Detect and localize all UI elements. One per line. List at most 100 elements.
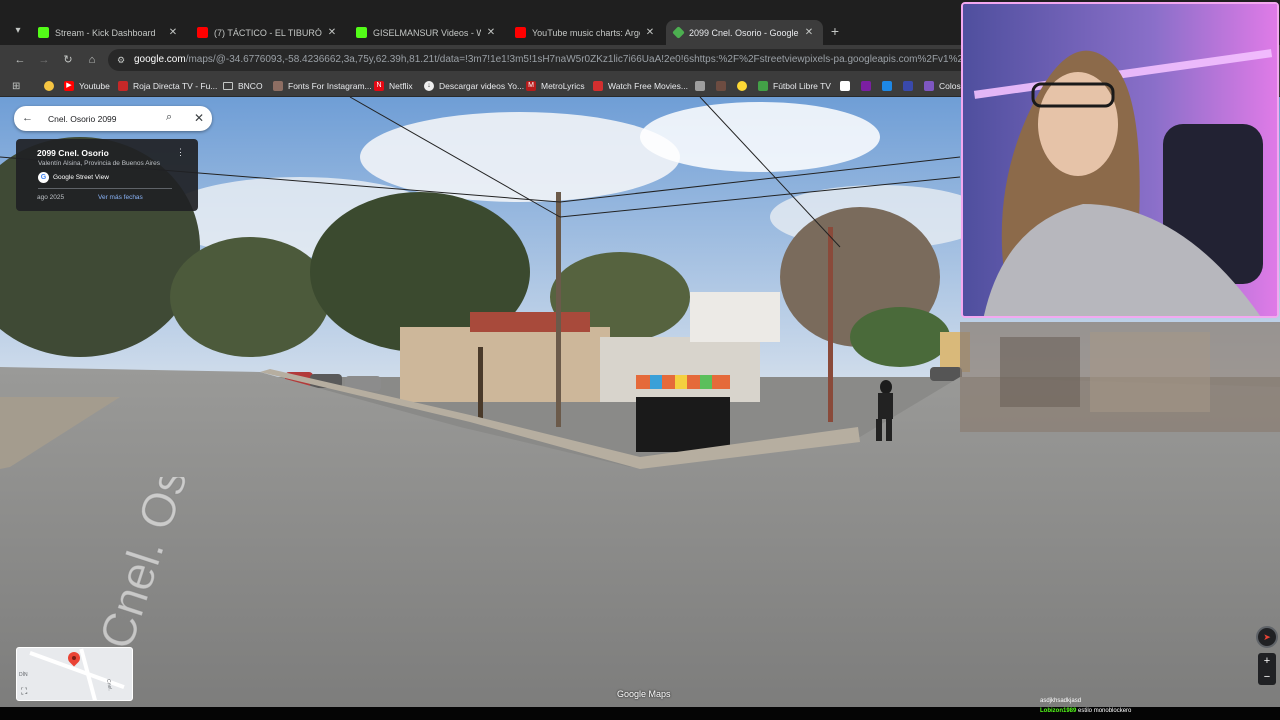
youtube-icon: [197, 27, 208, 38]
tab-title: Stream - Kick Dashboard: [55, 27, 156, 38]
provider-label: Google Street View: [53, 174, 109, 181]
tab-title: 2099 Cnel. Osorio - Google Ma: [689, 27, 799, 38]
bookmark-roja-directa[interactable]: Roja Directa TV - Fu...: [118, 79, 217, 93]
zoom-out-button[interactable]: −: [1258, 669, 1276, 685]
bookmark-label: Youtube: [79, 81, 110, 91]
search-icon[interactable]: ⌕: [166, 111, 172, 124]
more-options-icon[interactable]: ⋮: [176, 147, 185, 158]
forward-arrow-icon[interactable]: →: [35, 51, 53, 69]
close-tab-icon[interactable]: ✕: [485, 27, 497, 38]
compass-icon[interactable]: ➤: [1256, 626, 1278, 648]
zoom-controls: + −: [1258, 653, 1276, 685]
emoji-icon: [44, 81, 54, 91]
location-info-card: 2099 Cnel. Osorio Valentín Alsina, Provi…: [16, 139, 198, 211]
address-bar[interactable]: ⚙ google.com/maps/@-34.6776093,-58.42366…: [108, 49, 988, 71]
bookmark-label: Netflix: [389, 81, 413, 91]
tab-google-maps[interactable]: 2099 Cnel. Osorio - Google Ma ✕: [666, 20, 823, 45]
url-path: /maps/@-34.6776093,-58.4236662,3a,75y,62…: [185, 54, 988, 65]
expand-map-icon[interactable]: ⛶: [21, 686, 27, 697]
close-tab-icon[interactable]: ✕: [326, 27, 338, 38]
bookmark-label: Colos: [939, 81, 961, 91]
folder-icon: [223, 82, 233, 90]
bookmark-icon-6[interactable]: [882, 79, 897, 93]
location-title[interactable]: 2099 Cnel. Osorio: [37, 148, 109, 158]
bookmark-netflix[interactable]: N Netflix: [374, 79, 413, 93]
youtube-icon: ▶: [64, 81, 74, 91]
provider-row: G Google Street View: [38, 172, 109, 183]
devil-icon: [118, 81, 128, 91]
close-tab-icon[interactable]: ✕: [644, 27, 656, 38]
url-host: google.com: [134, 54, 186, 65]
tab-title: YouTube music charts: Argentin: [532, 27, 640, 38]
divider: [38, 188, 172, 189]
bookmark-icon: [840, 81, 850, 91]
close-icon[interactable]: ✕: [194, 111, 204, 125]
maps-pin-icon: [672, 26, 685, 39]
screen: ▾ Stream - Kick Dashboard ✕ (7) TÁCTICO …: [0, 0, 1280, 720]
bookmark-icon-4[interactable]: [840, 79, 855, 93]
bookmark-emoji[interactable]: [44, 79, 59, 93]
fonts-icon: [273, 81, 283, 91]
zoom-in-button[interactable]: +: [1258, 653, 1276, 669]
tab-search-icon[interactable]: ▾: [9, 22, 27, 40]
download-icon: ↓: [424, 81, 434, 91]
tab-title: (7) TÁCTICO - EL TIBURÓN MA: [214, 27, 322, 38]
bookmark-icon-3[interactable]: [737, 79, 752, 93]
back-arrow-icon[interactable]: ←: [11, 51, 29, 69]
see-more-dates-link[interactable]: Ver más fechas: [98, 194, 143, 201]
movies-icon: [593, 81, 603, 91]
google-maps-watermark: Google Maps: [617, 689, 671, 699]
bookmark-label: Fútbol Libre TV: [773, 81, 831, 91]
webcam-feed: [963, 4, 1277, 316]
bookmark-icon: [861, 81, 871, 91]
chat-text: estilo monoblockero: [1078, 708, 1132, 714]
bookmark-icon-7[interactable]: [903, 79, 918, 93]
bookmark-label: Fonts For Instagram...: [288, 81, 372, 91]
chat-text: asdjkhsadkjasd: [1040, 698, 1082, 704]
bookmark-fonts[interactable]: Fonts For Instagram...: [273, 79, 372, 93]
bookmark-colos[interactable]: Colos: [924, 79, 961, 93]
reload-icon[interactable]: ↻: [59, 51, 77, 69]
tab-kick-dashboard[interactable]: Stream - Kick Dashboard ✕: [30, 20, 187, 45]
bookmark-icon: [882, 81, 892, 91]
bookmark-folder-bnco[interactable]: BNCO: [223, 79, 263, 93]
apps-grid-icon[interactable]: ⊞: [12, 79, 20, 93]
search-query[interactable]: Cnel. Osorio 2099: [48, 114, 117, 124]
bookmark-label: Watch Free Movies...: [608, 81, 688, 91]
bookmark-icon: [716, 81, 726, 91]
site-settings-icon[interactable]: ⚙: [117, 49, 125, 71]
back-arrow-icon[interactable]: ←: [22, 112, 33, 124]
map-pin-dot: [72, 656, 76, 660]
bookmark-metrolyrics[interactable]: M MetroLyrics: [526, 79, 585, 93]
bookmark-icon-2[interactable]: [716, 79, 731, 93]
tab-youtube-charts[interactable]: YouTube music charts: Argentin ✕: [507, 20, 664, 45]
youtube-icon: [515, 27, 526, 38]
maps-search-box[interactable]: ← Cnel. Osorio 2099 ⌕ ✕: [14, 106, 212, 131]
bookmark-watch-free[interactable]: Watch Free Movies...: [593, 79, 688, 93]
new-tab-button[interactable]: +: [826, 22, 844, 40]
bookmark-futbol-libre[interactable]: Fútbol Libre TV: [758, 79, 831, 93]
colos-icon: [924, 81, 934, 91]
bookmark-icon: [695, 81, 705, 91]
bookmark-descargar[interactable]: ↓ Descargar videos Yo...: [424, 79, 524, 93]
home-icon[interactable]: ⌂: [83, 51, 101, 69]
bookmark-label: MetroLyrics: [541, 81, 585, 91]
mini-map[interactable]: DÍN Cnel. ⛶: [16, 647, 133, 701]
tab-youtube-tactico[interactable]: (7) TÁCTICO - EL TIBURÓN MA ✕: [189, 20, 346, 45]
futbol-icon: [758, 81, 768, 91]
netflix-icon: N: [374, 81, 384, 91]
bookmark-icon: [737, 81, 747, 91]
close-tab-icon[interactable]: ✕: [803, 27, 815, 38]
capture-date: ago 2025: [37, 194, 65, 201]
bookmark-icon-5[interactable]: [861, 79, 876, 93]
close-tab-icon[interactable]: ✕: [167, 27, 179, 38]
tab-title: GISELMANSUR Videos - Watch: [373, 27, 481, 38]
chat-user: Lobizon1989: [1040, 708, 1077, 714]
bookmark-youtube[interactable]: ▶ Youtube: [64, 79, 110, 93]
tab-giselmansur[interactable]: GISELMANSUR Videos - Watch ✕: [348, 20, 505, 45]
bookmark-icon-1[interactable]: [695, 79, 710, 93]
street-name-label: Cnel. Osorio: [90, 477, 223, 655]
chat-message: asdjkhsadkjasd: [1040, 698, 1081, 704]
metrolyrics-icon: M: [526, 81, 536, 91]
bookmark-label: BNCO: [238, 81, 263, 91]
